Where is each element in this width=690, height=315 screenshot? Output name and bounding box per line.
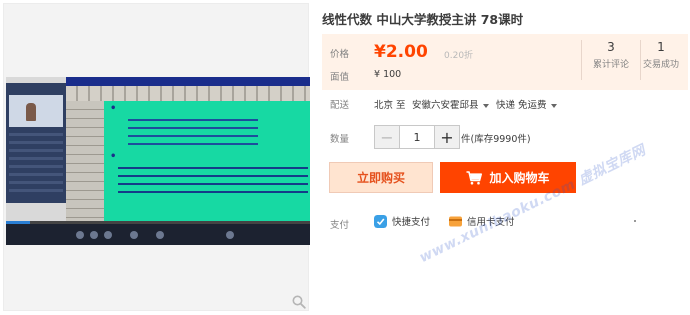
lecturer-camera-panel: [6, 83, 66, 203]
next-icon[interactable]: [104, 231, 112, 239]
slide-heading-1: •: [110, 103, 117, 114]
buy-now-button[interactable]: 立即购买: [329, 162, 433, 193]
quickpay-icon: [374, 214, 387, 228]
lecturer-camera-view: [9, 95, 63, 127]
payment-label: 支付: [330, 220, 350, 231]
ship-destination-value: 安徽六安霍邱县: [412, 100, 479, 111]
quantity-increase-button[interactable]: +: [435, 126, 459, 148]
quantity-decrease-button[interactable]: −: [375, 126, 399, 148]
creditcard-icon: [449, 216, 462, 226]
add-to-cart-button[interactable]: 加入购物车: [440, 162, 576, 193]
payment-method-quickpay[interactable]: 快捷支付: [374, 214, 430, 228]
face-value-label: 面值: [330, 72, 350, 83]
buy-now-label: 立即购买: [356, 171, 405, 185]
stop-icon[interactable]: [130, 231, 138, 239]
ship-method-select[interactable]: 快递 免运费: [496, 97, 557, 111]
stock-info: 件(库存9990件): [461, 134, 531, 145]
product-video-preview[interactable]: • •: [6, 77, 310, 245]
slide-text-block-2: [118, 164, 308, 194]
caret-down-icon: [482, 103, 489, 108]
camera-panel-list: [9, 133, 63, 193]
sales-count-label: 交易成功: [642, 60, 679, 70]
zoom-icon[interactable]: [292, 295, 306, 309]
fullscreen-icon[interactable]: [226, 231, 234, 239]
face-value: ¥ 100: [374, 69, 402, 80]
app-menu-bar: [66, 86, 310, 101]
quantity-stepper: − +: [374, 125, 460, 149]
price-value: ¥2.00: [374, 42, 428, 62]
divider-dot: [634, 220, 636, 222]
quickpay-label: 快捷支付: [392, 217, 431, 228]
sales-count: 1: [657, 40, 665, 54]
ship-origin: 北京 至: [374, 100, 406, 111]
slide-text-block-1: [128, 116, 258, 148]
slide-heading-2: •: [110, 151, 117, 162]
lecturer-figure: [26, 103, 36, 121]
video-progress-track[interactable]: [6, 221, 310, 224]
add-to-cart-label: 加入购物车: [489, 171, 550, 185]
creditcard-label: 信用卡支付: [467, 217, 515, 228]
quantity-input[interactable]: [399, 126, 435, 148]
ship-destination-select[interactable]: 安徽六安霍邱县: [412, 97, 489, 111]
volume-icon[interactable]: [156, 231, 164, 239]
app-tool-panel: [66, 101, 104, 221]
prev-icon[interactable]: [76, 231, 84, 239]
shipping-label: 配送: [330, 100, 350, 111]
ship-method-value: 快递 免运费: [496, 100, 547, 111]
quantity-label: 数量: [330, 134, 350, 145]
app-title-bar: [66, 77, 310, 86]
play-icon[interactable]: [90, 231, 98, 239]
price-label: 价格: [330, 49, 350, 60]
video-progress-fill: [6, 221, 31, 224]
caret-down-icon: [550, 103, 557, 108]
product-title: 线性代数 中山大学教授主讲 78课时: [322, 12, 524, 27]
product-gallery[interactable]: • •: [3, 3, 310, 311]
site-watermark: www.xunibaoku.com 虚拟宝库网: [416, 142, 649, 267]
lecture-slide: • •: [104, 101, 310, 221]
discount-badge: 0.20折: [444, 51, 474, 61]
payment-method-creditcard[interactable]: 信用卡支付: [449, 214, 515, 228]
cart-icon: [466, 170, 483, 184]
